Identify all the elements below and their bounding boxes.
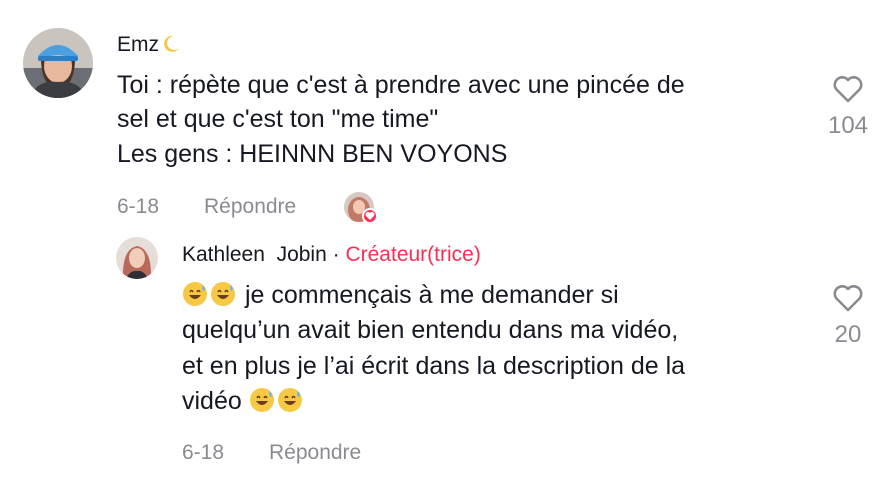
creator-badge: Créateur(trice) — [345, 243, 481, 266]
comment-line-1: Toi : répète que c'est à prendre avec un… — [117, 71, 685, 99]
reply-reply-button[interactable]: Répondre — [269, 441, 361, 465]
creator-username[interactable]: Kathleen Jobin — [182, 243, 327, 266]
comment-line-2: sel et que c'est ton "me time" — [117, 105, 439, 133]
comment-like[interactable]: 104 — [818, 74, 878, 140]
reply-line-2: quelqu’un avait bien entendu dans ma vid… — [182, 316, 679, 344]
reply-like-count: 20 — [834, 321, 862, 348]
reply-line-4: vidéo — [182, 384, 305, 419]
reply-line-3: et en plus je l’ai écrit dans la descrip… — [182, 352, 686, 380]
reply-header: Kathleen Jobin · Créateur(trice) — [182, 243, 481, 267]
grinning-sweat-emoji-icon — [210, 281, 236, 307]
grinning-sweat-emoji-icon — [277, 387, 303, 413]
heart-outline-icon[interactable] — [832, 74, 864, 104]
comment-line-3: Les gens : HEINNN BEN VOYONS — [117, 140, 508, 168]
crescent-moon-icon — [161, 34, 181, 54]
creator-avatar[interactable] — [116, 237, 158, 279]
commenter-avatar[interactable] — [23, 28, 93, 98]
comment-like-count: 104 — [827, 112, 869, 139]
comment-reply-button[interactable]: Répondre — [204, 195, 296, 219]
reply-line-4-text: vidéo — [182, 387, 242, 415]
reply-like[interactable]: 20 — [818, 283, 878, 349]
grinning-sweat-emoji-icon — [249, 387, 275, 413]
creator-liked-badge — [344, 192, 378, 226]
creator-liked-heart-icon — [362, 208, 378, 224]
commenter-username-text[interactable]: Emz — [117, 33, 159, 56]
commenter-username[interactable]: Emz — [117, 33, 181, 57]
reply-date: 6-18 — [182, 441, 225, 464]
reply-line-1: je commençais à me demander si — [182, 278, 619, 313]
header-separator: · — [332, 243, 340, 266]
reply-line-1-text: je commençais à me demander si — [244, 281, 619, 309]
comment-date: 6-18 — [117, 195, 160, 218]
heart-outline-icon[interactable] — [832, 283, 864, 313]
grinning-sweat-emoji-icon — [182, 281, 208, 307]
